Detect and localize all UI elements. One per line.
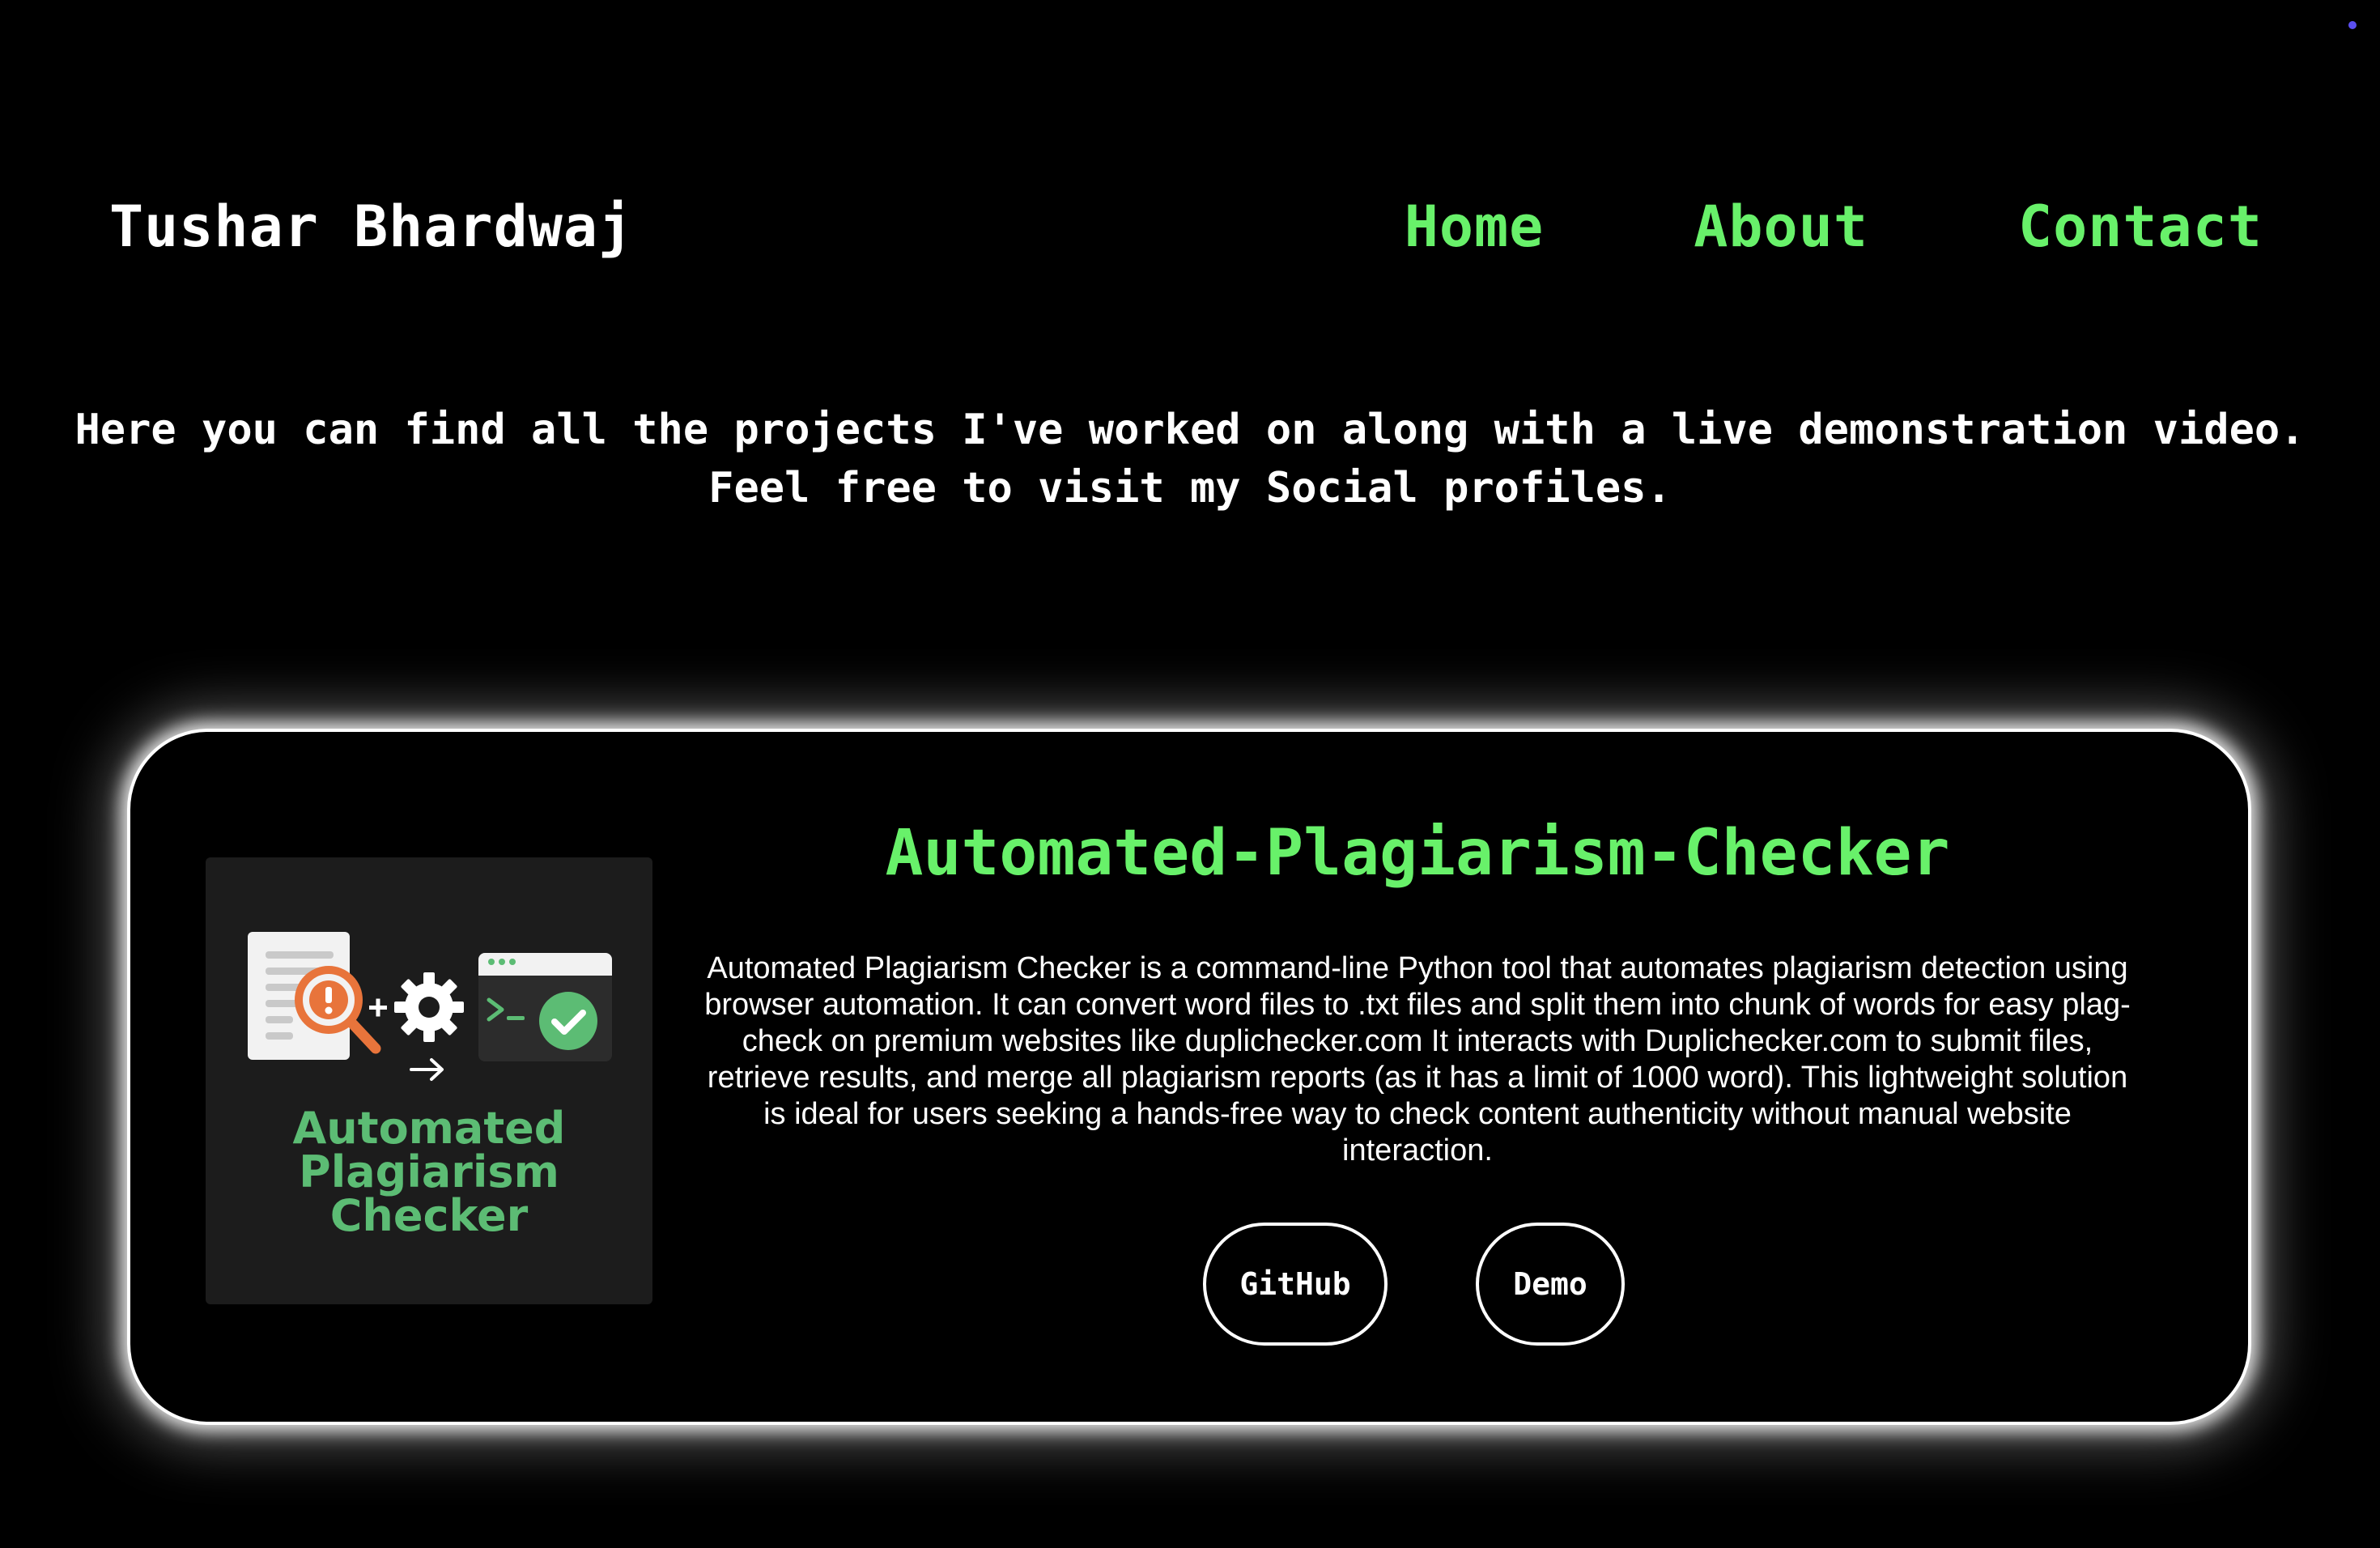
intro-line-2: Feel free to visit my Social profiles. <box>708 464 1672 512</box>
nav-link-about[interactable]: About <box>1694 190 1868 263</box>
project-card: Automated Plagiarism Checker Automated-P… <box>127 729 2251 1425</box>
nav-link-contact[interactable]: Contact <box>2018 190 2263 263</box>
intro-text: Here you can find all the projects I've … <box>0 401 2380 517</box>
site-header: Tushar Bhardwaj Home About Contact <box>109 190 2271 263</box>
intro-line-1: Here you can find all the projects I've … <box>74 406 2306 454</box>
project-thumbnail: Automated Plagiarism Checker <box>206 857 652 1304</box>
arrow-right-icon <box>410 1058 444 1081</box>
thumbnail-title-line-3: Checker <box>329 1190 529 1241</box>
demo-button[interactable]: Demo <box>1476 1223 1625 1346</box>
thumbnail-title-line-1: Automated <box>292 1103 566 1154</box>
check-circle-icon <box>539 992 597 1050</box>
nav-link-home[interactable]: Home <box>1405 190 1545 263</box>
site-brand[interactable]: Tushar Bhardwaj <box>109 190 633 263</box>
gear-icon <box>394 972 464 1042</box>
github-button[interactable]: GitHub <box>1203 1223 1388 1346</box>
plus-icon <box>369 998 387 1017</box>
corner-indicator-dot <box>2348 21 2357 29</box>
project-description: Automated Plagiarism Checker is a comman… <box>704 951 2131 1167</box>
thumbnail-title: Automated Plagiarism Checker <box>206 1107 652 1238</box>
thumbnail-title-line-2: Plagiarism <box>299 1146 559 1197</box>
project-title: Automated-Plagiarism-Checker <box>885 817 1950 890</box>
main-nav: Home About Contact <box>1405 190 2263 263</box>
